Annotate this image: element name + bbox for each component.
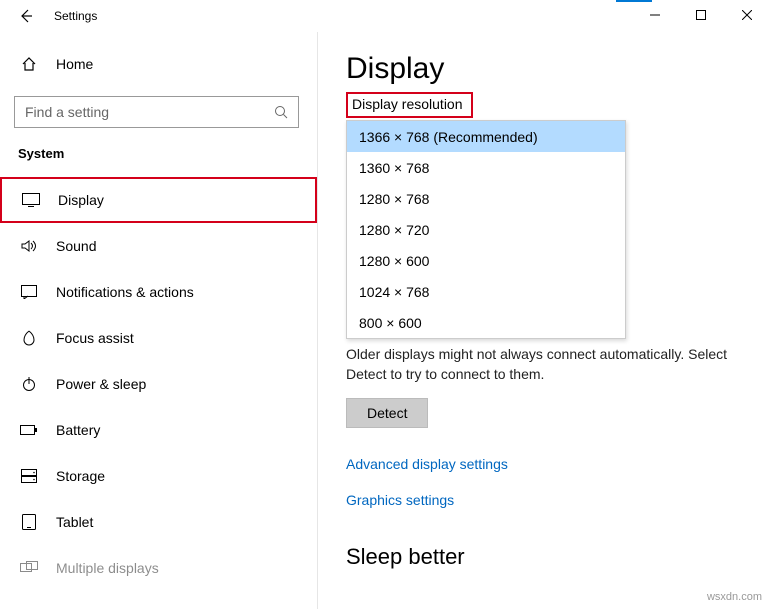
resolution-option[interactable]: 1360 × 768 [347,152,625,183]
home-icon [20,55,38,73]
resolution-dropdown[interactable]: 1366 × 768 (Recommended) 1360 × 768 1280… [346,120,626,339]
page-title: Display [346,52,742,86]
sidebar-item-label: Battery [56,422,100,438]
sidebar-item-label: Power & sleep [56,376,146,392]
power-icon [20,375,38,393]
sidebar-item-tablet[interactable]: Tablet [0,499,317,545]
sidebar-item-label: Notifications & actions [56,284,194,300]
multiple-displays-icon [20,559,38,577]
sidebar-item-label: Storage [56,468,105,484]
sidebar-item-sound[interactable]: Sound [0,223,317,269]
tablet-icon [20,513,38,531]
minimize-button[interactable] [632,0,678,30]
sidebar-item-label: Tablet [56,514,93,530]
storage-icon [20,467,38,485]
sidebar-item-notifications[interactable]: Notifications & actions [0,269,317,315]
sidebar-item-power-sleep[interactable]: Power & sleep [0,361,317,407]
sidebar-item-multiple-displays[interactable]: Multiple displays [0,545,317,591]
sidebar-item-label: Multiple displays [56,560,159,576]
sidebar-item-label: Display [58,192,104,208]
notifications-icon [20,283,38,301]
resolution-option[interactable]: 1024 × 768 [347,276,625,307]
search-icon [274,105,288,119]
maximize-button[interactable] [678,0,724,30]
resolution-label: Display resolution [346,92,473,118]
section-label: System [0,146,317,161]
focus-assist-icon [20,329,38,347]
detect-button[interactable]: Detect [346,398,428,428]
watermark: wsxdn.com [707,591,762,603]
search-input[interactable]: Find a setting [14,96,299,128]
home-nav[interactable]: Home [0,44,317,84]
sidebar-item-storage[interactable]: Storage [0,453,317,499]
sidebar-item-focus-assist[interactable]: Focus assist [0,315,317,361]
back-button[interactable] [16,8,36,24]
search-placeholder: Find a setting [25,104,109,120]
window-title: Settings [54,9,97,23]
window-controls [632,0,770,30]
battery-icon [20,421,38,439]
home-label: Home [56,56,93,72]
display-icon [22,191,40,209]
sidebar-item-label: Sound [56,238,96,254]
detect-description: Older displays might not always connect … [346,345,742,384]
resolution-option[interactable]: 1280 × 720 [347,214,625,245]
graphics-settings-link[interactable]: Graphics settings [346,492,742,508]
sidebar: Home Find a setting System Display Sound… [0,32,318,609]
close-button[interactable] [724,0,770,30]
resolution-option[interactable]: 800 × 600 [347,307,625,338]
sleep-better-heading: Sleep better [346,544,742,570]
sound-icon [20,237,38,255]
sidebar-item-label: Focus assist [56,330,134,346]
advanced-display-link[interactable]: Advanced display settings [346,456,742,472]
resolution-option[interactable]: 1280 × 600 [347,245,625,276]
resolution-option[interactable]: 1366 × 768 (Recommended) [347,121,625,152]
sidebar-item-battery[interactable]: Battery [0,407,317,453]
resolution-option[interactable]: 1280 × 768 [347,183,625,214]
main-content: Display Display resolution 1366 × 768 (R… [318,32,770,609]
sidebar-item-display[interactable]: Display [0,177,317,223]
